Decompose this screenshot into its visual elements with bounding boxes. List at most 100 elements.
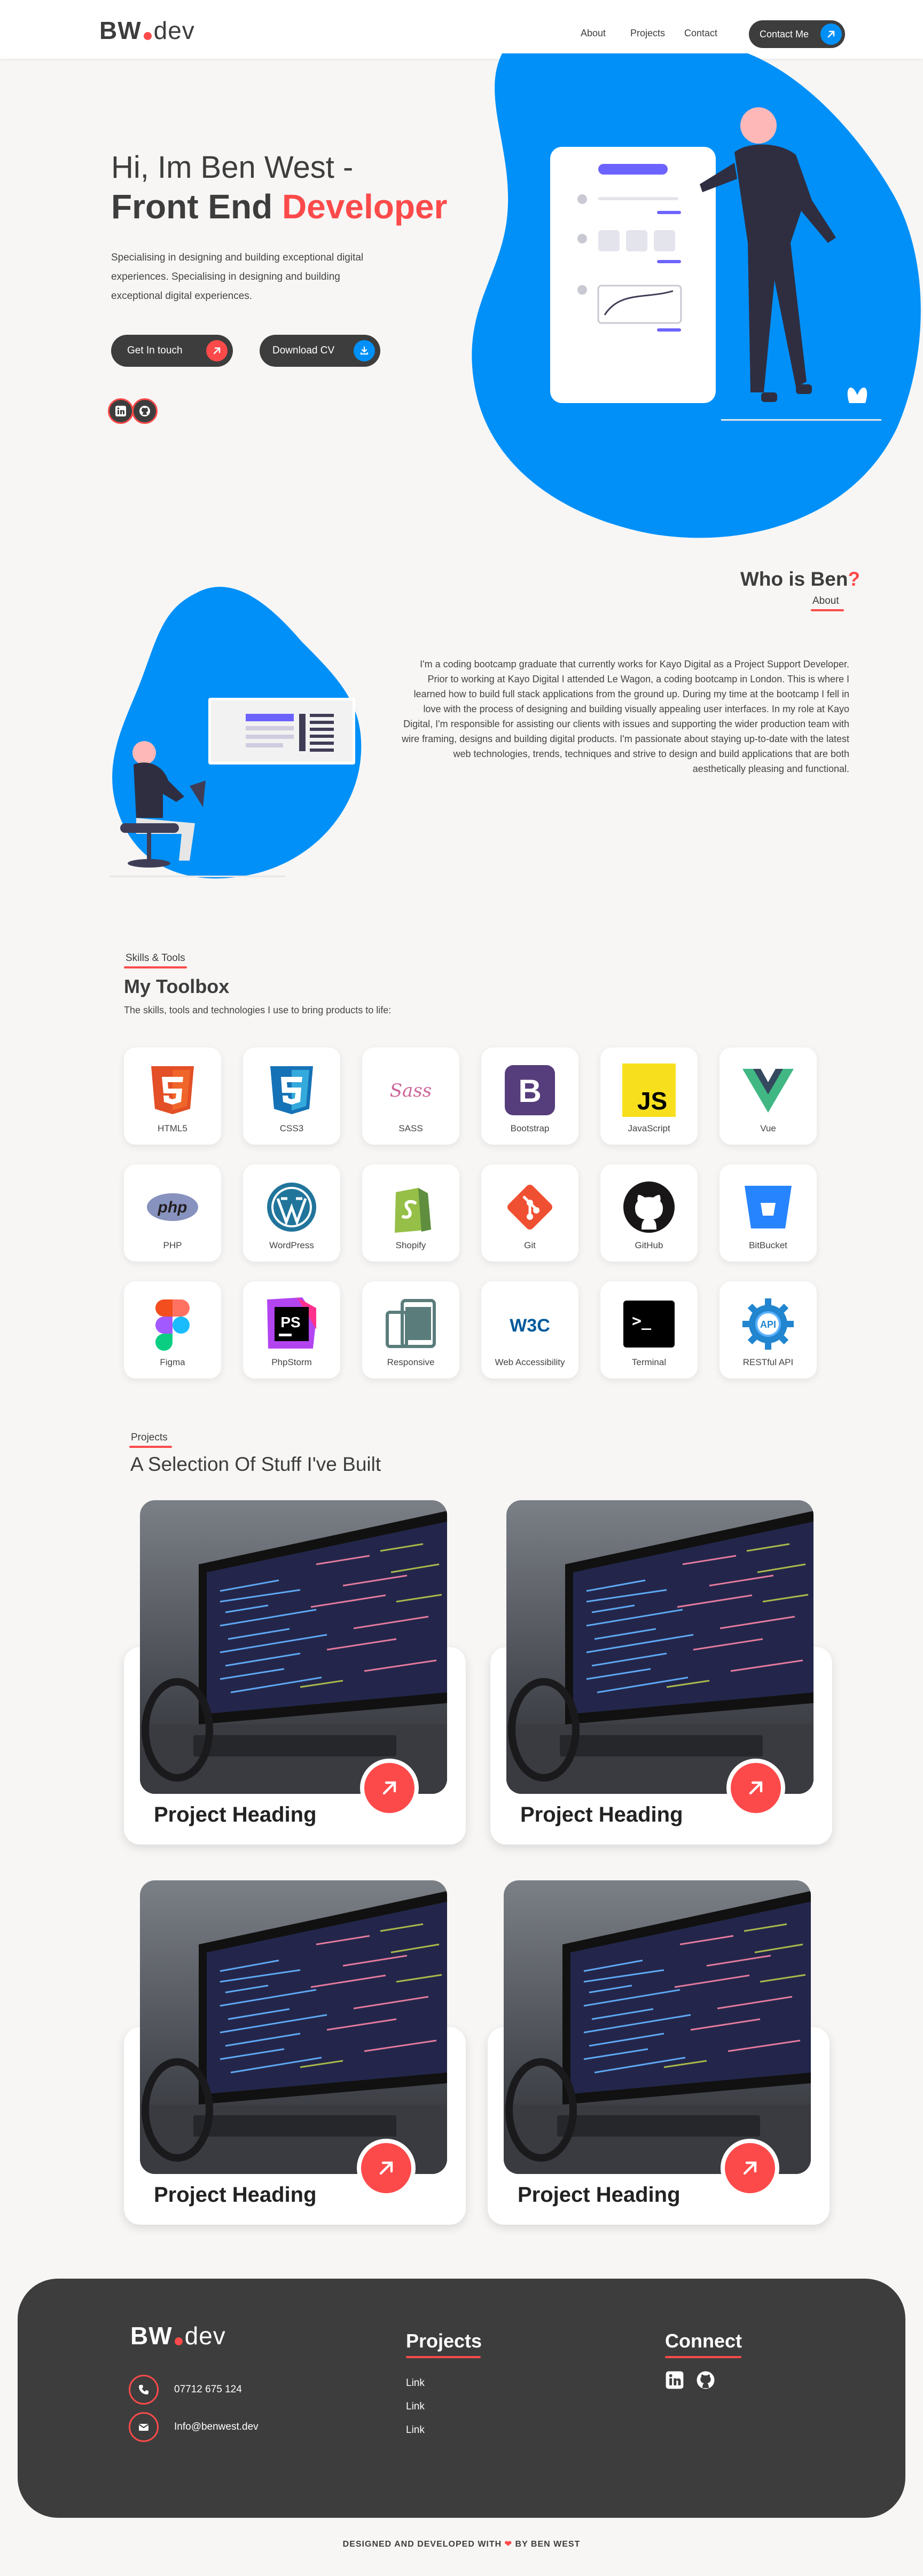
about-tag-underline: [811, 609, 844, 611]
linkedin-icon[interactable]: [108, 398, 134, 424]
heart-icon: ❤: [504, 2540, 513, 2549]
github-icon[interactable]: [696, 2370, 715, 2392]
footer-email[interactable]: Info@benwest.dev: [174, 2421, 259, 2433]
arrow-up-right-icon: [731, 1763, 781, 1813]
svg-text:API: API: [760, 1319, 776, 1330]
nav-about[interactable]: About: [581, 28, 606, 39]
logo-main: BW: [99, 17, 142, 44]
project-link-button[interactable]: [726, 1759, 785, 1817]
svg-text:php: php: [158, 1199, 187, 1216]
skill-card-bitbucket: BitBucket: [719, 1164, 817, 1262]
skill-card-git: Git: [481, 1164, 578, 1262]
download-cv-button[interactable]: Download CV: [260, 335, 380, 367]
skill-label: CSS3: [279, 1123, 304, 1133]
w3c-icon: W3C: [510, 1315, 550, 1336]
skill-label: Figma: [160, 1357, 185, 1367]
svg-text:PS: PS: [280, 1314, 300, 1330]
bitbucket-icon: [745, 1186, 792, 1228]
mail-icon: [129, 2412, 159, 2442]
skills-title: My Toolbox: [124, 975, 230, 997]
logo-suffix: dev: [153, 17, 195, 44]
logo-suffix: dev: [184, 2322, 226, 2350]
arrow-up-right-icon: [820, 23, 842, 45]
footer-link[interactable]: Link: [406, 2401, 425, 2413]
skill-card-terminal: >_ Terminal: [600, 1281, 698, 1378]
footer-connect-underline: [665, 2356, 741, 2358]
contact-me-button[interactable]: Contact Me: [749, 20, 845, 48]
credit-suffix: BY BEN WEST: [515, 2540, 581, 2549]
skill-card-css3: CSS3: [243, 1047, 340, 1145]
skill-label: Web Accessibility: [495, 1357, 565, 1367]
footer-phone[interactable]: 07712 675 124: [174, 2384, 242, 2396]
footer-projects-title: Projects: [406, 2330, 482, 2352]
skill-label: HTML5: [158, 1123, 187, 1133]
html5-icon: [151, 1066, 194, 1114]
projects-tag-underline: [129, 1446, 172, 1448]
footer-logo[interactable]: BW dev: [130, 2321, 226, 2350]
credit-prefix: DESIGNED AND DEVELOPED WITH: [342, 2540, 502, 2549]
skill-label: Bootstrap: [510, 1123, 550, 1133]
download-cv-label: Download CV: [272, 345, 335, 356]
skills-tag-underline: [124, 966, 187, 968]
projects-title: A Selection Of Stuff I've Built: [130, 1453, 381, 1475]
about-blob: [109, 587, 362, 879]
site-logo[interactable]: BW dev: [99, 16, 195, 45]
logo-dot: [143, 31, 152, 40]
hero-greeting: Hi, Im Ben West -: [111, 150, 354, 185]
skill-label: Vue: [760, 1123, 776, 1133]
hero-role: Front End Developer: [111, 187, 447, 226]
project-heading: Project Heading: [154, 1803, 317, 1826]
skill-card-php: php PHP: [124, 1164, 221, 1262]
footer-connect-title: Connect: [665, 2330, 742, 2352]
api-icon: API: [742, 1298, 794, 1350]
projects-tag: Projects: [131, 1432, 168, 1443]
footer-projects-underline: [406, 2356, 481, 2358]
skill-label: PhpStorm: [271, 1357, 312, 1367]
bootstrap-icon: B: [505, 1065, 555, 1115]
nav-contact[interactable]: Contact: [684, 28, 717, 39]
footer-link[interactable]: Link: [406, 2377, 425, 2389]
logo-main: BW: [130, 2322, 173, 2350]
php-icon: php: [147, 1193, 198, 1221]
skill-label: Shopify: [395, 1240, 426, 1250]
skills-subtitle: The skills, tools and technologies I use…: [124, 1005, 392, 1015]
project-link-button[interactable]: [721, 2139, 779, 2197]
project-heading: Project Heading: [518, 2183, 680, 2207]
nav-projects[interactable]: Projects: [630, 28, 665, 39]
skill-card-vue: Vue: [719, 1047, 817, 1145]
github-icon[interactable]: [132, 398, 158, 424]
svg-text:JS: JS: [637, 1087, 667, 1115]
download-icon: [354, 340, 375, 361]
about-body: I'm a coding bootcamp graduate that curr…: [402, 659, 849, 774]
svg-text:B: B: [518, 1073, 541, 1109]
skill-card-responsive: Responsive: [362, 1281, 459, 1378]
footer-link[interactable]: Link: [406, 2424, 425, 2436]
skill-label: Terminal: [631, 1357, 667, 1367]
svg-text:Sass: Sass: [390, 1080, 432, 1101]
javascript-icon: JS: [622, 1064, 676, 1117]
project-link-button[interactable]: [357, 2139, 416, 2197]
phone-icon: [129, 2375, 159, 2405]
skill-label: WordPress: [269, 1240, 314, 1250]
get-in-touch-label: Get In touch: [127, 345, 183, 356]
project-screenshot: [140, 1880, 447, 2174]
git-icon: [507, 1185, 552, 1230]
logo-dot: [174, 2337, 183, 2345]
contact-me-label: Contact Me: [760, 28, 809, 40]
project-heading: Project Heading: [154, 2183, 317, 2207]
get-in-touch-button[interactable]: Get In touch: [111, 335, 233, 367]
site-footer: BW dev 07712 675 124 Info@benwest.dev Pro…: [18, 2279, 905, 2518]
skill-card-github: GitHub: [600, 1164, 698, 1262]
arrow-up-right-icon: [725, 2143, 775, 2193]
skill-card-phpstorm: PS PhpStorm: [243, 1281, 340, 1378]
skill-card-figma: Figma: [124, 1281, 221, 1378]
about-title: Who is Ben?: [740, 568, 860, 590]
skill-label: Responsive: [387, 1357, 435, 1367]
skill-label: GitHub: [635, 1240, 663, 1250]
project-link-button[interactable]: [360, 1759, 419, 1817]
css3-icon: [270, 1066, 313, 1114]
hero-role-highlight: Developer: [281, 187, 448, 226]
linkedin-icon[interactable]: [665, 2370, 684, 2392]
skill-label: SASS: [398, 1123, 423, 1133]
project-screenshot: [506, 1500, 814, 1794]
